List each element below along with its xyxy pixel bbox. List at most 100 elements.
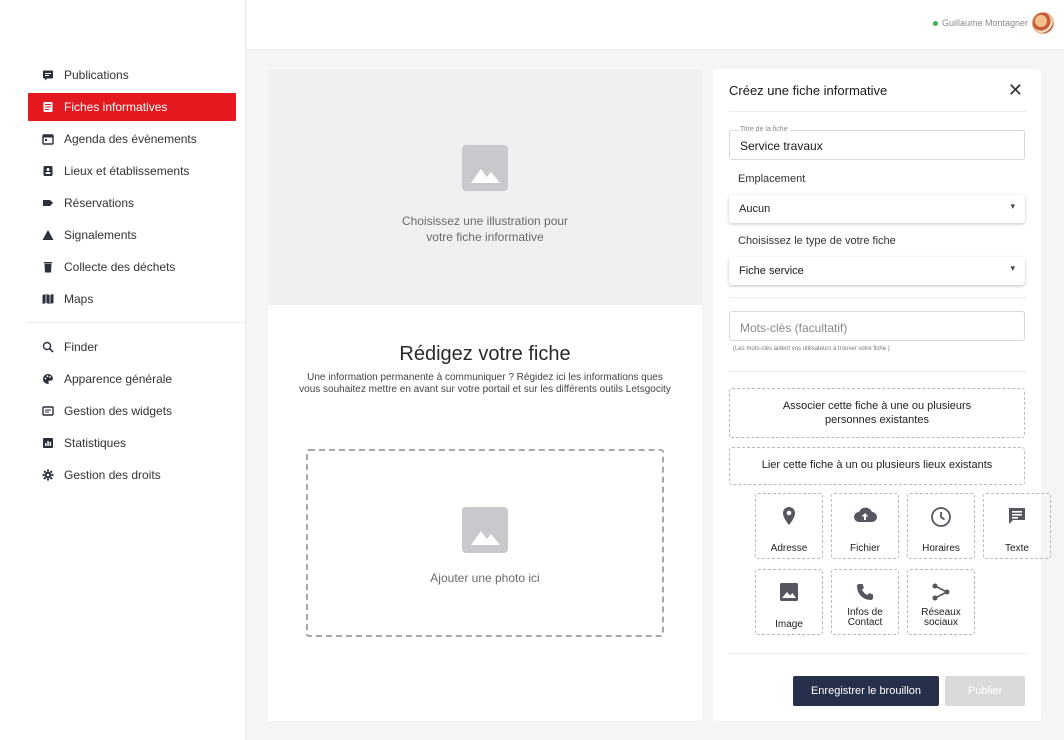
tile-label: Horaires <box>922 543 960 554</box>
sidebar-secondary-nav: Finder Apparence générale Gestion des wi… <box>26 333 246 493</box>
tile-adresse[interactable]: Adresse <box>755 493 823 559</box>
tag-icon <box>42 197 54 209</box>
tile-label: Texte <box>1005 543 1029 554</box>
titre-fiche-field[interactable]: Titre de la fiche Service travaux <box>729 126 1025 160</box>
image-placeholder-icon <box>462 507 508 553</box>
sidebar-item-label: Lieux et établissements <box>64 164 190 178</box>
text-comment-icon <box>984 506 1050 528</box>
chevron-down-icon: ▾ <box>1010 201 1015 211</box>
user-name: Guillaume Montagner <box>941 18 1028 28</box>
sidebar-item-lieux[interactable]: Lieux et établissements <box>26 157 246 185</box>
chart-icon <box>42 437 54 449</box>
sidebar-item-label: Agenda des évènements <box>64 132 197 146</box>
clock-icon <box>908 506 974 528</box>
close-icon[interactable]: ✕ <box>1008 81 1023 99</box>
sidebar-item-widgets[interactable]: Gestion des widgets <box>26 397 246 425</box>
sidebar-divider <box>26 322 246 323</box>
tile-horaires[interactable]: Horaires <box>907 493 975 559</box>
palette-icon <box>42 373 54 385</box>
chevron-down-icon: ▾ <box>1010 263 1015 273</box>
map-icon <box>42 293 54 305</box>
avatar[interactable] <box>1032 12 1054 34</box>
editor-title: Rédigez votre fiche <box>399 343 571 365</box>
sidebar-item-label: Apparence générale <box>64 372 173 386</box>
search-icon <box>42 341 54 353</box>
keywords-placeholder: Mots-clés (facultatif) <box>740 321 848 335</box>
sidebar-item-statistiques[interactable]: Statistiques <box>26 429 246 457</box>
sidebar-item-label: Fiches informatives <box>64 100 168 114</box>
cloud-upload-icon <box>832 506 898 528</box>
type-fiche-value: Fiche service <box>739 265 804 277</box>
emplacement-label: Emplacement <box>738 173 806 185</box>
image-placeholder-icon <box>462 145 508 191</box>
illustration-picker[interactable]: Choisissez une illustration pour votre f… <box>268 69 702 305</box>
message-square-icon <box>42 69 54 81</box>
tile-label: Infos de Contact <box>847 607 883 628</box>
tile-infos-contact[interactable]: Infos de Contact <box>831 569 899 635</box>
type-fiche-label: Choisissez le type de votre fiche <box>738 235 896 247</box>
link-places-label: Lier cette fiche à un ou plusieurs lieux… <box>761 459 993 471</box>
panel-title: Créez une fiche informative <box>729 83 888 98</box>
tile-texte[interactable]: Texte <box>983 493 1051 559</box>
sidebar-item-apparence[interactable]: Apparence générale <box>26 365 246 393</box>
widgets-icon <box>42 405 54 417</box>
type-fiche-select[interactable]: Fiche service ▾ <box>729 257 1025 285</box>
titre-fiche-value: Service travaux <box>740 139 823 153</box>
tile-image[interactable]: Image <box>755 569 823 635</box>
trash-icon <box>42 261 54 273</box>
emplacement-select[interactable]: Aucun ▾ <box>729 195 1025 223</box>
gear-icon <box>42 469 54 481</box>
sidebar-item-collecte-dechets[interactable]: Collecte des déchets <box>26 253 246 281</box>
document-icon <box>42 101 54 113</box>
sidebar-item-label: Finder <box>64 340 99 354</box>
sidebar-item-finder[interactable]: Finder <box>26 333 246 361</box>
tile-reseaux-sociaux[interactable]: Réseaux sociaux <box>907 569 975 635</box>
calendar-icon <box>42 133 54 145</box>
link-places-button[interactable]: Lier cette fiche à un ou plusieurs lieux… <box>729 447 1025 485</box>
sidebar-item-publications[interactable]: Publications <box>26 61 246 89</box>
emplacement-value: Aucun <box>739 203 771 215</box>
tile-label: Réseaux sociaux <box>921 607 961 628</box>
phone-icon <box>832 582 898 604</box>
sidebar-item-label: Maps <box>64 292 94 306</box>
photo-dropzone[interactable]: Ajouter une photo ici <box>306 449 664 637</box>
sidebar-item-maps[interactable]: Maps <box>26 285 246 313</box>
sidebar-item-label: Signalements <box>64 228 137 242</box>
image-icon <box>756 582 822 604</box>
sidebar-item-label: Réservations <box>64 196 135 210</box>
associate-persons-button[interactable]: Associer cette fiche à une ou plusieurs … <box>729 388 1025 438</box>
titre-fiche-legend: Titre de la fiche <box>738 126 790 133</box>
keywords-input[interactable]: Mots-clés (facultatif) <box>729 311 1025 341</box>
editor-description: Une information permanente à communiquer… <box>299 372 671 395</box>
divider <box>729 371 1027 372</box>
sidebar-item-label: Collecte des déchets <box>64 260 176 274</box>
user-menu[interactable]: Guillaume Montagner <box>932 12 1054 34</box>
keywords-helper-text: (Les mots-clés aident vos utilisateurs à… <box>733 346 890 352</box>
sidebar-item-label: Publications <box>64 68 129 82</box>
sidebar-item-label: Gestion des widgets <box>64 404 173 418</box>
fiche-editor-card: Choisissez une illustration pour votre f… <box>268 69 702 721</box>
create-fiche-panel: Créez une fiche informative ✕ Titre de l… <box>713 69 1051 721</box>
divider <box>729 111 1027 112</box>
save-draft-button[interactable]: Enregistrer le brouillon <box>793 676 939 706</box>
sidebar-item-signalements[interactable]: Signalements <box>26 221 246 249</box>
sidebar-item-label: Gestion des droits <box>64 468 161 482</box>
tile-label: Fichier <box>849 543 880 554</box>
warning-icon <box>42 229 54 241</box>
sidebar-item-fiches-informatives[interactable]: Fiches informatives <box>28 93 236 121</box>
sidebar-item-agenda[interactable]: Agenda des évènements <box>26 125 246 153</box>
top-bar: Guillaume Montagner <box>247 0 1064 50</box>
sidebar-item-droits[interactable]: Gestion des droits <box>26 461 246 489</box>
divider <box>729 653 1027 654</box>
dropzone-label: Ajouter une photo ici <box>430 571 540 585</box>
tile-fichier[interactable]: Fichier <box>831 493 899 559</box>
publish-button[interactable]: Publier <box>945 676 1025 706</box>
sidebar-main-nav: Publications Fiches informatives Agenda … <box>26 61 246 317</box>
illustration-prompt: Choisissez une illustration pour votre f… <box>401 214 569 244</box>
tile-label: Adresse <box>770 543 808 554</box>
location-pin-icon <box>756 506 822 528</box>
sidebar-item-reservations[interactable]: Réservations <box>26 189 246 217</box>
tile-label: Image <box>775 619 803 630</box>
sidebar: Publications Fiches informatives Agenda … <box>26 0 246 740</box>
share-icon <box>908 582 974 604</box>
